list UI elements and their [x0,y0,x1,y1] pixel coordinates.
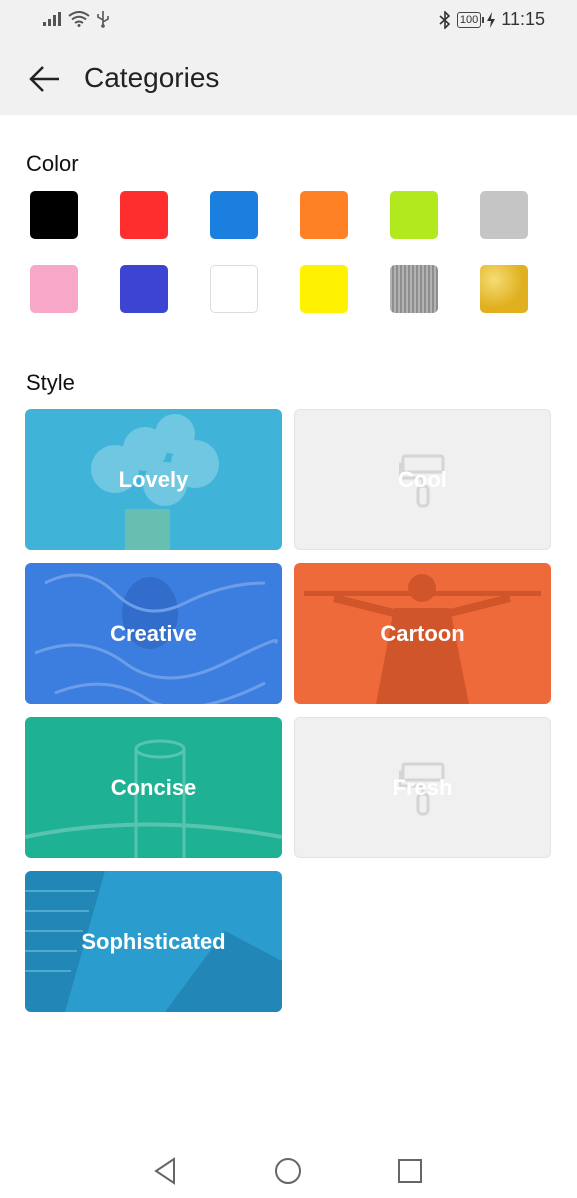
style-card-fresh[interactable]: Fresh [294,717,551,858]
status-bar: 100 11:15 [0,0,577,40]
style-card-cool[interactable]: Cool [294,409,551,550]
style-section-title: Style [26,370,75,395]
color-swatch-black[interactable] [30,191,78,239]
system-nav-bar [0,1140,577,1198]
battery-indicator: 100 [456,11,485,28]
usb-icon [97,11,109,28]
color-swatch-gold[interactable] [480,265,528,313]
nav-back-icon[interactable] [150,1155,182,1187]
style-card-cartoon[interactable]: Cartoon [294,563,551,704]
style-card-concise[interactable]: Concise [25,717,282,858]
page-title: Categories [84,62,220,93]
color-swatch-orange[interactable] [300,191,348,239]
nav-recents-icon[interactable] [394,1155,426,1187]
status-icons-right: 100 11:15 [439,9,545,30]
back-button[interactable] [24,58,66,100]
clock-time: 11:15 [501,9,545,29]
signal-icon [43,12,61,26]
color-swatch-red[interactable] [120,191,168,239]
wifi-icon [68,11,90,27]
style-card-label: Concise [110,774,197,800]
color-swatch-pink[interactable] [30,265,78,313]
style-card-lovely[interactable]: Lovely [25,409,282,550]
color-swatch-white[interactable] [210,265,258,313]
style-card-label: Cool [398,466,447,492]
style-card-creative[interactable]: Creative [25,563,282,704]
style-card-label: Fresh [392,774,453,800]
color-swatch-light-gray[interactable] [480,191,528,239]
status-icons-left [42,10,110,28]
style-card-label: Creative [110,620,197,646]
nav-home-icon[interactable] [272,1155,304,1187]
style-card-label: Cartoon [380,620,465,646]
bluetooth-icon [439,10,451,29]
back-arrow-icon [29,66,59,92]
style-card-label: Sophisticated [81,928,226,954]
style-card-label: Lovely [118,466,189,492]
style-card-sophisticated[interactable]: Sophisticated [25,871,282,1012]
charging-icon [487,11,496,28]
color-swatch-lime[interactable] [390,191,438,239]
color-swatch-indigo[interactable] [120,265,168,313]
color-swatch-blue[interactable] [210,191,258,239]
app-bar: Categories [0,40,577,115]
color-swatch-yellow[interactable] [300,265,348,313]
color-swatch-silver[interactable] [390,265,438,313]
color-section-title: Color [26,151,79,176]
